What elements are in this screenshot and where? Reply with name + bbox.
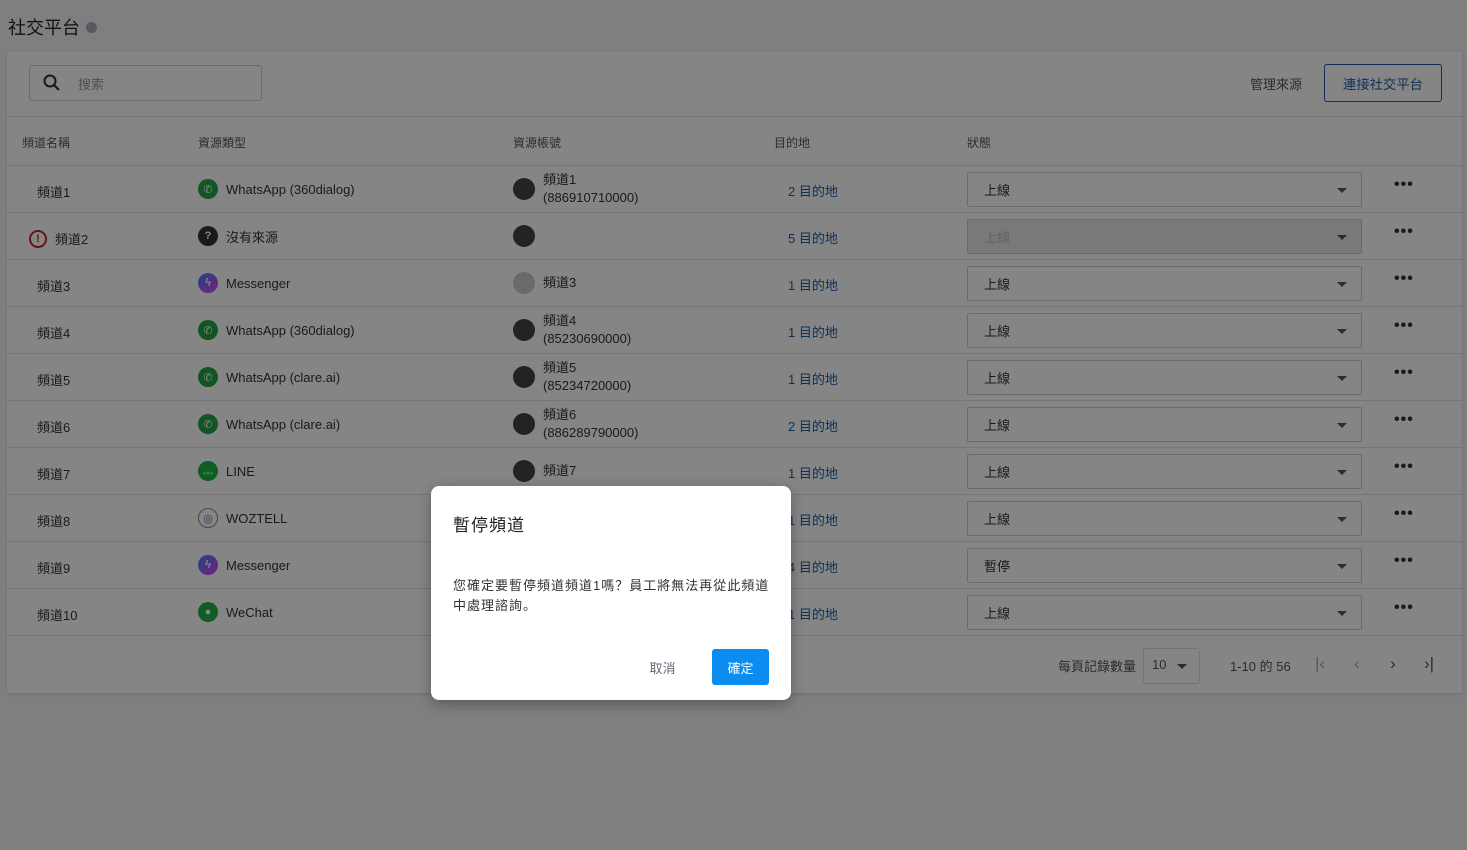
modal-backdrop[interactable] — [0, 0, 1467, 850]
cancel-button[interactable]: 取消 — [635, 650, 690, 684]
dialog-title: 暫停頻道 — [453, 516, 525, 535]
confirm-button[interactable]: 確定 — [712, 649, 769, 685]
pause-channel-dialog: 暫停頻道 您確定要暫停頻道頻道1嗎？員工將無法再從此頻道中處理諮詢。 取消 確定 — [431, 486, 791, 700]
dialog-message: 您確定要暫停頻道頻道1嗎？員工將無法再從此頻道中處理諮詢。 — [453, 578, 770, 613]
